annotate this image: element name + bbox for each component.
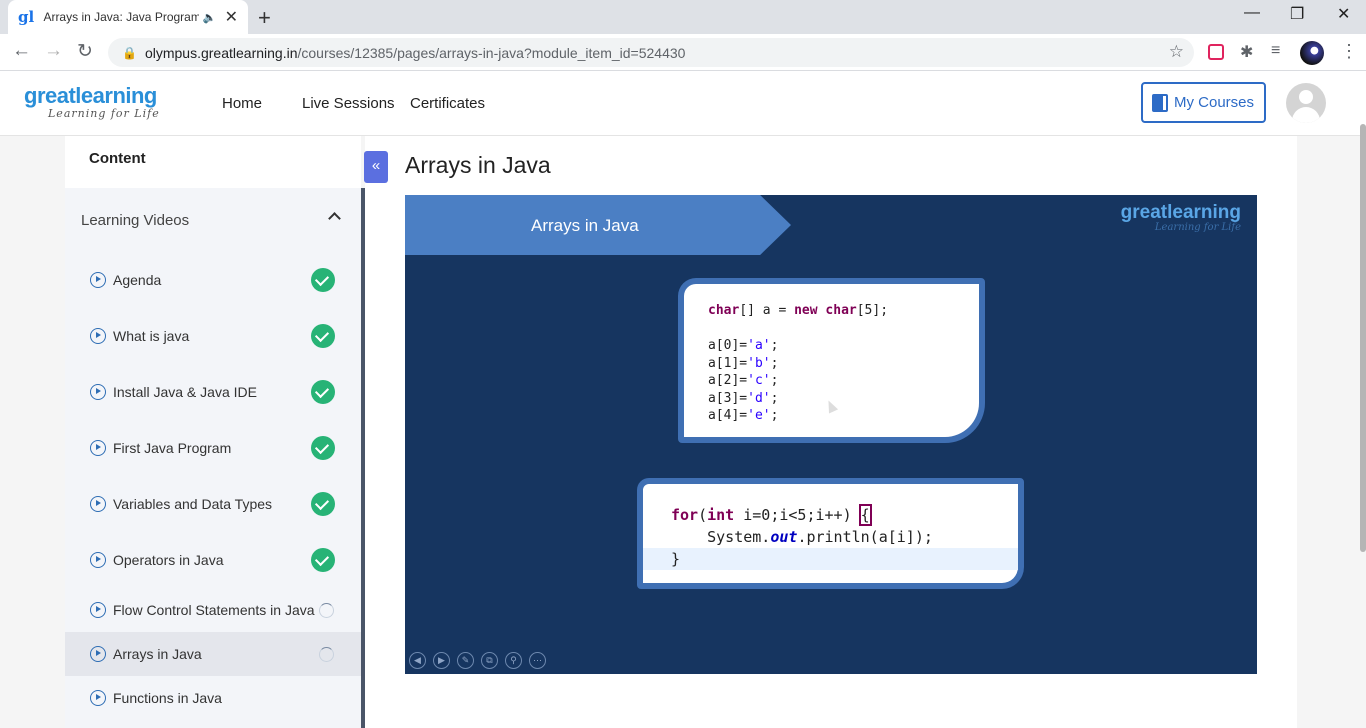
- browser-toolbar: ← → ↻ 🔒 olympus.greatlearning.in/courses…: [0, 34, 1366, 71]
- forward-icon[interactable]: →: [44, 40, 63, 62]
- page-title: Arrays in Java: [405, 152, 551, 178]
- lesson-label: Variables and Data Types: [113, 496, 273, 512]
- new-tab-button[interactable]: +: [258, 5, 271, 31]
- tab-title: Arrays in Java: Java Programm: [43, 10, 199, 24]
- code-block-array-declaration: char[] a = new char[5]; a[0]='a'; a[1]='…: [678, 278, 985, 443]
- lesson-label: Functions in Java: [113, 690, 222, 706]
- lesson-item-active[interactable]: Arrays in Java: [65, 632, 361, 676]
- check-circle-icon: [311, 268, 335, 292]
- lesson-item[interactable]: First Java Program: [65, 420, 361, 476]
- play-circle-icon: [90, 602, 106, 618]
- address-bar[interactable]: 🔒 olympus.greatlearning.in/courses/12385…: [108, 38, 1194, 67]
- lesson-item[interactable]: Install Java & Java IDE: [65, 364, 361, 420]
- lesson-label: What is java: [113, 328, 190, 344]
- check-circle-icon: [311, 324, 335, 348]
- play-circle-icon: [90, 440, 106, 456]
- nav-live-sessions[interactable]: Live Sessions: [302, 95, 395, 112]
- check-circle-icon: [311, 548, 335, 572]
- code-block-for-loop: for(int i=0;i<5;i++) { System.out.printl…: [637, 478, 1024, 589]
- check-circle-icon: [311, 436, 335, 460]
- book-icon: [1152, 93, 1168, 112]
- logo-tagline: Learning for Life: [48, 107, 160, 120]
- check-circle-icon: [311, 492, 335, 516]
- page-scrollbar[interactable]: [1360, 124, 1366, 552]
- lesson-item[interactable]: Functions in Java: [65, 676, 361, 720]
- slide-title: Arrays in Java: [531, 216, 639, 235]
- lesson-label: Arrays in Java: [113, 646, 202, 662]
- check-circle-icon: [311, 380, 335, 404]
- site-header: greatlearning Learning for Life Home Liv…: [0, 71, 1366, 136]
- course-sidebar: Content Learning Videos Agenda What is j…: [65, 136, 361, 728]
- lesson-item[interactable]: Agenda: [65, 252, 361, 308]
- pocket-extension-icon[interactable]: [1208, 44, 1224, 60]
- nav-home[interactable]: Home: [222, 95, 262, 112]
- main-content: Arrays in Java Arrays in Java greatlearn…: [365, 136, 1297, 728]
- lesson-label: Agenda: [113, 272, 162, 288]
- lock-icon[interactable]: 🔒: [122, 46, 137, 60]
- content-heading: Content: [65, 136, 361, 188]
- next-slide-icon[interactable]: ▶: [433, 652, 450, 669]
- my-courses-button[interactable]: My Courses: [1141, 82, 1266, 123]
- zoom-icon[interactable]: ⚲: [505, 652, 522, 669]
- back-icon[interactable]: ←: [12, 40, 31, 62]
- pen-icon[interactable]: ✎: [457, 652, 474, 669]
- slide-controls: ◀ ▶ ✎ ⧉ ⚲ ⋯: [409, 652, 546, 669]
- minimize-icon[interactable]: —: [1244, 4, 1260, 22]
- speaker-icon[interactable]: 🔈: [203, 11, 217, 24]
- play-circle-icon: [90, 328, 106, 344]
- url-text: olympus.greatlearning.in/courses/12385/p…: [144, 44, 686, 61]
- previous-slide-icon[interactable]: ◀: [409, 652, 426, 669]
- chevron-up-icon: [328, 212, 341, 225]
- greatlearning-logo[interactable]: greatlearning Learning for Life: [24, 85, 160, 121]
- more-options-icon[interactable]: ⋯: [529, 652, 546, 669]
- in-progress-icon: [319, 602, 334, 618]
- profile-avatar-icon[interactable]: [1300, 41, 1324, 65]
- play-circle-icon: [90, 646, 106, 662]
- lesson-item[interactable]: Operators in Java: [65, 532, 361, 588]
- play-circle-icon: [90, 384, 106, 400]
- nav-certificates[interactable]: Certificates: [410, 95, 485, 112]
- play-circle-icon: [90, 496, 106, 512]
- greatlearning-favicon-icon: gl: [18, 8, 35, 26]
- section-title: Learning Videos: [81, 211, 190, 229]
- lesson-label: First Java Program: [113, 440, 232, 456]
- slides-overview-icon[interactable]: ⧉: [481, 652, 498, 669]
- lesson-item[interactable]: What is java: [65, 308, 361, 364]
- bookmark-star-icon[interactable]: ☆: [1169, 42, 1184, 62]
- restore-icon[interactable]: ❐: [1290, 4, 1304, 24]
- learning-videos-section-toggle[interactable]: Learning Videos: [65, 188, 361, 252]
- close-tab-icon[interactable]: ✕: [225, 7, 238, 27]
- lesson-label: Install Java & Java IDE: [113, 384, 257, 400]
- close-window-icon[interactable]: ✕: [1337, 4, 1350, 24]
- in-progress-icon: [319, 646, 334, 662]
- lesson-item[interactable]: Variables and Data Types: [65, 476, 361, 532]
- my-courses-label: My Courses: [1174, 94, 1255, 111]
- play-circle-icon: [90, 272, 106, 288]
- play-circle-icon: [90, 552, 106, 568]
- lesson-label: Operators in Java: [113, 552, 224, 568]
- collapse-sidebar-button[interactable]: «: [364, 151, 388, 183]
- user-avatar[interactable]: [1286, 83, 1326, 123]
- extensions-puzzle-icon[interactable]: ✱: [1240, 42, 1253, 62]
- lesson-label: Flow Control Statements in Java: [113, 602, 315, 618]
- lesson-item[interactable]: Flow Control Statements in Java: [65, 588, 361, 632]
- video-player[interactable]: Arrays in Java greatlearning Learning fo…: [405, 195, 1257, 674]
- media-control-icon[interactable]: ≡: [1271, 42, 1280, 60]
- reload-icon[interactable]: ↻: [77, 40, 93, 63]
- browser-tab[interactable]: gl Arrays in Java: Java Programm 🔈 ✕: [8, 0, 248, 34]
- play-circle-icon: [90, 690, 106, 706]
- slide-logo: greatlearning Learning for Life: [1120, 202, 1241, 233]
- browser-menu-icon[interactable]: ⋮: [1340, 41, 1358, 62]
- browser-tab-bar: gl Arrays in Java: Java Programm 🔈 ✕ + —…: [0, 0, 1366, 34]
